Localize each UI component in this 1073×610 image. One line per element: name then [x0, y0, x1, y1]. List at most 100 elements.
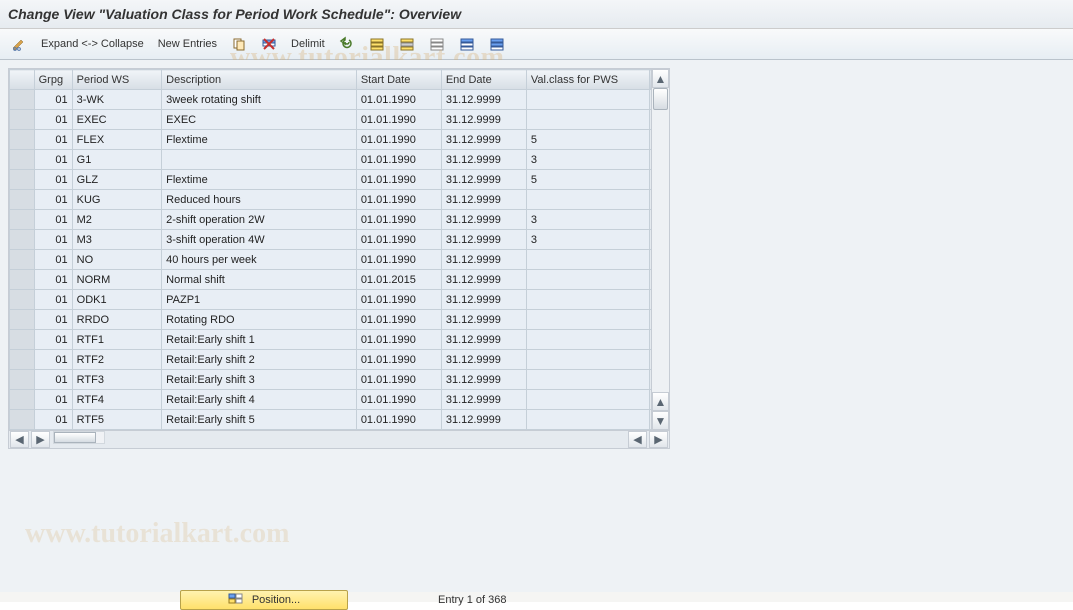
cell-description[interactable]: Normal shift [162, 270, 357, 290]
copy-button[interactable] [226, 33, 252, 55]
cell-description[interactable] [162, 150, 357, 170]
table-row[interactable]: 013-WK3week rotating shift01.01.199031.1… [10, 90, 669, 110]
table-row[interactable]: 01RTF5Retail:Early shift 501.01.199031.1… [10, 410, 669, 430]
vertical-scrollbar[interactable]: ▲ ▲ ▼ [651, 69, 669, 430]
cell-enddate[interactable]: 31.12.9999 [441, 390, 526, 410]
row-selector[interactable] [10, 190, 35, 210]
configuration-button[interactable] [454, 33, 480, 55]
cell-enddate[interactable]: 31.12.9999 [441, 410, 526, 430]
cell-valclass[interactable] [526, 110, 649, 130]
cell-description[interactable]: Retail:Early shift 1 [162, 330, 357, 350]
cell-description[interactable]: Retail:Early shift 3 [162, 370, 357, 390]
col-periodws[interactable]: Period WS [72, 70, 162, 90]
table-row[interactable]: 01KUGReduced hours01.01.199031.12.9999 [10, 190, 669, 210]
cell-valclass[interactable]: 3 [526, 150, 649, 170]
cell-grpg[interactable]: 01 [34, 170, 72, 190]
cell-grpg[interactable]: 01 [34, 90, 72, 110]
cell-periodws[interactable]: RRDO [72, 310, 162, 330]
cell-description[interactable]: Flextime [162, 130, 357, 150]
cell-valclass[interactable] [526, 250, 649, 270]
cell-startdate[interactable]: 01.01.1990 [356, 210, 441, 230]
cell-valclass[interactable] [526, 270, 649, 290]
col-description[interactable]: Description [162, 70, 357, 90]
cell-enddate[interactable]: 31.12.9999 [441, 130, 526, 150]
col-startdate[interactable]: Start Date [356, 70, 441, 90]
cell-periodws[interactable]: GLZ [72, 170, 162, 190]
row-selector[interactable] [10, 90, 35, 110]
cell-periodws[interactable]: ODK1 [72, 290, 162, 310]
scroll-left-button[interactable]: ◀ [10, 431, 29, 448]
scroll-thumb[interactable] [653, 88, 668, 110]
scroll-up-button[interactable]: ▲ [652, 69, 669, 88]
cell-enddate[interactable]: 31.12.9999 [441, 370, 526, 390]
cell-valclass[interactable] [526, 310, 649, 330]
cell-startdate[interactable]: 01.01.1990 [356, 90, 441, 110]
table-row[interactable]: 01NO40 hours per week01.01.199031.12.999… [10, 250, 669, 270]
cell-startdate[interactable]: 01.01.1990 [356, 350, 441, 370]
cell-valclass[interactable] [526, 190, 649, 210]
expand-collapse-button[interactable]: Expand <-> Collapse [36, 35, 149, 53]
cell-enddate[interactable]: 31.12.9999 [441, 350, 526, 370]
row-selector[interactable] [10, 250, 35, 270]
row-selector[interactable] [10, 170, 35, 190]
cell-grpg[interactable]: 01 [34, 410, 72, 430]
table-row[interactable]: 01EXECEXEC01.01.199031.12.9999 [10, 110, 669, 130]
cell-periodws[interactable]: NO [72, 250, 162, 270]
cell-startdate[interactable]: 01.01.1990 [356, 110, 441, 130]
cell-startdate[interactable]: 01.01.1990 [356, 410, 441, 430]
toggle-button[interactable] [6, 33, 32, 55]
cell-grpg[interactable]: 01 [34, 390, 72, 410]
cell-valclass[interactable] [526, 370, 649, 390]
row-selector[interactable] [10, 330, 35, 350]
cell-startdate[interactable]: 01.01.1990 [356, 230, 441, 250]
cell-grpg[interactable]: 01 [34, 150, 72, 170]
scroll-up-small-button[interactable]: ▲ [652, 392, 669, 411]
cell-enddate[interactable]: 31.12.9999 [441, 230, 526, 250]
cell-periodws[interactable]: RTF4 [72, 390, 162, 410]
cell-startdate[interactable]: 01.01.1990 [356, 170, 441, 190]
cell-grpg[interactable]: 01 [34, 290, 72, 310]
cell-periodws[interactable]: M3 [72, 230, 162, 250]
col-valclass[interactable]: Val.class for PWS [526, 70, 649, 90]
cell-description[interactable]: 2-shift operation 2W [162, 210, 357, 230]
cell-description[interactable]: 40 hours per week [162, 250, 357, 270]
cell-description[interactable]: Reduced hours [162, 190, 357, 210]
row-selector[interactable] [10, 290, 35, 310]
select-all-header[interactable] [10, 70, 35, 90]
row-selector[interactable] [10, 390, 35, 410]
h-scroll-thumb[interactable] [54, 432, 96, 443]
cell-description[interactable]: 3-shift operation 4W [162, 230, 357, 250]
cell-enddate[interactable]: 31.12.9999 [441, 330, 526, 350]
cell-valclass[interactable]: 5 [526, 130, 649, 150]
cell-enddate[interactable]: 31.12.9999 [441, 90, 526, 110]
horizontal-scrollbar[interactable]: ◀ ▶ ◀ ▶ [9, 430, 669, 448]
cell-valclass[interactable] [526, 390, 649, 410]
cell-periodws[interactable]: EXEC [72, 110, 162, 130]
cell-valclass[interactable]: 5 [526, 170, 649, 190]
cell-startdate[interactable]: 01.01.1990 [356, 190, 441, 210]
row-selector[interactable] [10, 130, 35, 150]
cell-valclass[interactable] [526, 330, 649, 350]
cell-startdate[interactable]: 01.01.1990 [356, 330, 441, 350]
cell-periodws[interactable]: RTF5 [72, 410, 162, 430]
table-row[interactable]: 01ODK1PAZP101.01.199031.12.9999 [10, 290, 669, 310]
table-row[interactable]: 01M22-shift operation 2W01.01.199031.12.… [10, 210, 669, 230]
select-block-button[interactable] [394, 33, 420, 55]
cell-periodws[interactable]: G1 [72, 150, 162, 170]
cell-grpg[interactable]: 01 [34, 350, 72, 370]
table-row[interactable]: 01RRDORotating RDO01.01.199031.12.9999 [10, 310, 669, 330]
delete-button[interactable] [256, 33, 282, 55]
col-grpg[interactable]: Grpg [34, 70, 72, 90]
scroll-down-button[interactable]: ▼ [652, 411, 669, 430]
position-button[interactable]: Position... [180, 590, 348, 610]
cell-enddate[interactable]: 31.12.9999 [441, 210, 526, 230]
cell-grpg[interactable]: 01 [34, 190, 72, 210]
table-row[interactable]: 01NORMNormal shift01.01.201531.12.9999 [10, 270, 669, 290]
row-selector[interactable] [10, 150, 35, 170]
scroll-track[interactable] [652, 88, 669, 392]
cell-enddate[interactable]: 31.12.9999 [441, 170, 526, 190]
cell-grpg[interactable]: 01 [34, 230, 72, 250]
cell-valclass[interactable] [526, 90, 649, 110]
deselect-all-button[interactable] [424, 33, 450, 55]
table-row[interactable]: 01RTF2Retail:Early shift 201.01.199031.1… [10, 350, 669, 370]
